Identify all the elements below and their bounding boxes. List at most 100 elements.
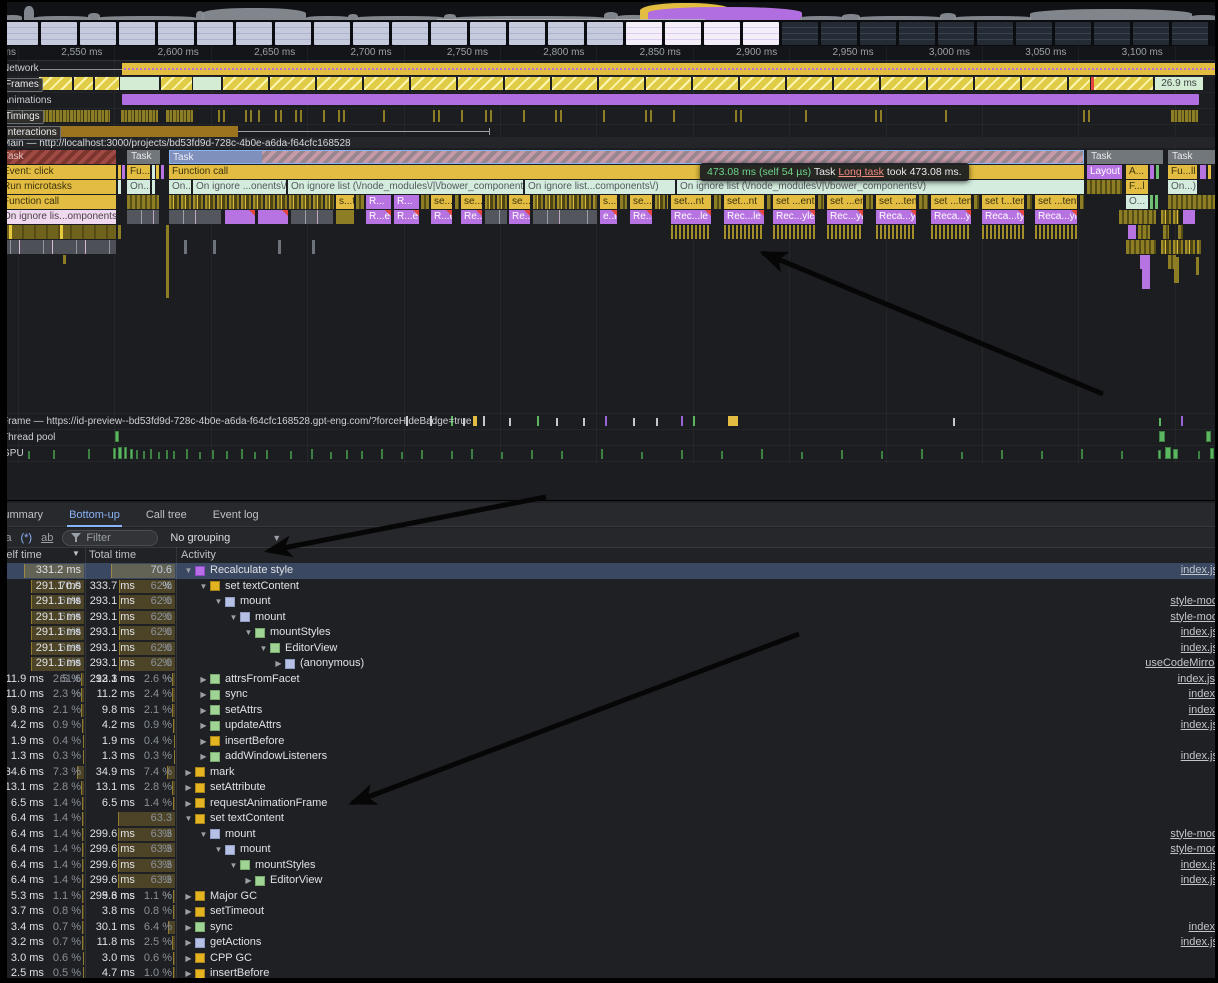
table-row[interactable]: 2.5 ms 0.5 %4.7 ms 1.0 %▶insertBefore (7, 966, 1215, 978)
filmstrip-thumbnail[interactable] (704, 22, 740, 45)
frame-block[interactable] (458, 77, 503, 90)
frame-block[interactable] (95, 77, 119, 90)
activity-cell[interactable]: ▼mountStyles (242, 625, 331, 641)
filmstrip-thumbnail[interactable] (1016, 22, 1052, 45)
frame-block[interactable] (364, 77, 409, 90)
flame-event-block[interactable]: R... (366, 195, 391, 209)
frame-block[interactable] (928, 77, 973, 90)
flame-event-block[interactable]: Function call (7, 195, 116, 209)
expander-open-icon[interactable]: ▼ (182, 811, 195, 827)
activity-cell[interactable]: ▶attrsFromFacet (197, 672, 300, 688)
flame-event-block[interactable] (225, 210, 255, 224)
table-row[interactable]: 3.4 ms 0.7 %30.1 ms 6.4 %▶syncindex. (7, 920, 1215, 936)
flame-event-block[interactable]: Task (127, 150, 160, 164)
expander-closed-icon[interactable]: ▶ (182, 935, 195, 951)
flame-event-block[interactable] (169, 195, 334, 209)
flame-event-block[interactable] (421, 195, 429, 209)
frame-block[interactable] (317, 77, 362, 90)
flame-event-block[interactable] (156, 165, 159, 179)
flame-event-block[interactable]: Run microtasks (7, 180, 116, 194)
filmstrip-thumbnail[interactable] (470, 22, 506, 45)
screenshot-filmstrip[interactable] (7, 20, 1215, 46)
expander-open-icon[interactable]: ▼ (197, 827, 210, 843)
expander-closed-icon[interactable]: ▶ (182, 904, 195, 920)
column-header-self-time[interactable]: Self time (7, 549, 42, 561)
flame-event-block[interactable] (982, 225, 1024, 239)
table-row[interactable]: 291.1 ms 61.6 %293.1 ms 62.0 %▼EditorVie… (7, 641, 1215, 657)
flame-event-block[interactable] (671, 225, 711, 239)
flame-event-block[interactable] (161, 165, 164, 179)
frame-block[interactable] (646, 77, 691, 90)
table-row[interactable]: 1.9 ms 0.4 %1.9 ms 0.4 %▶insertBefore (7, 734, 1215, 750)
flame-event-block[interactable] (533, 195, 597, 209)
filmstrip-thumbnail[interactable] (938, 22, 974, 45)
expander-closed-icon[interactable]: ▶ (182, 765, 195, 781)
flame-event-block[interactable]: Reca...tyle (982, 210, 1024, 224)
activity-cell[interactable]: ▼mount (212, 842, 271, 858)
activity-cell[interactable]: ▶mark (182, 765, 234, 781)
source-link[interactable]: style-mod (1170, 610, 1215, 626)
flame-event-block[interactable]: set...nt (724, 195, 764, 209)
flame-event-block[interactable] (1027, 195, 1032, 209)
expander-open-icon[interactable]: ▼ (227, 858, 240, 874)
flame-event-block[interactable] (152, 180, 155, 194)
flame-event-block[interactable]: Reca...yle (1035, 210, 1077, 224)
activity-cell[interactable]: ▶(anonymous) (272, 656, 364, 672)
filmstrip-thumbnail[interactable] (353, 22, 389, 45)
flame-event-block[interactable] (7, 225, 116, 239)
expander-closed-icon[interactable]: ▶ (182, 951, 195, 967)
table-row[interactable]: 34.6 ms 7.3 %34.9 ms 7.4 %▶mark (7, 765, 1215, 781)
activity-cell[interactable]: ▼EditorView (257, 641, 337, 657)
filmstrip-thumbnail[interactable] (587, 22, 623, 45)
source-link[interactable]: index. (1189, 920, 1215, 936)
source-link[interactable]: index.js (1181, 625, 1215, 641)
main-thread-track-label[interactable]: Main — http://localhost:3000/projects/bd… (7, 137, 1215, 148)
frame-block[interactable] (39, 77, 72, 90)
expander-closed-icon[interactable]: ▶ (197, 734, 210, 750)
filmstrip-thumbnail[interactable] (80, 22, 116, 45)
filmstrip-thumbnail[interactable] (899, 22, 935, 45)
flame-event-block[interactable] (1128, 225, 1136, 239)
activity-cell[interactable]: ▶getActions (182, 935, 261, 951)
flame-event-block[interactable]: Fu...ll (1168, 165, 1197, 179)
expander-open-icon[interactable]: ▼ (197, 579, 210, 595)
flame-event-block[interactable]: On ignore list (\/node_modules\/|\/bower… (677, 180, 1084, 194)
filmstrip-thumbnail[interactable] (314, 22, 350, 45)
filmstrip-thumbnail[interactable] (548, 22, 584, 45)
table-row[interactable]: 3.2 ms 0.7 %11.8 ms 2.5 %▶getActionsinde… (7, 935, 1215, 951)
activity-cell[interactable]: ▶sync (182, 920, 233, 936)
table-row[interactable]: 11.9 ms 2.5 %12.3 ms 2.6 %▶attrsFromFace… (7, 672, 1215, 688)
flame-event-block[interactable] (655, 195, 668, 209)
filmstrip-thumbnail[interactable] (821, 22, 857, 45)
flame-event-block[interactable] (1035, 225, 1077, 239)
flame-event-block[interactable]: Task (1087, 150, 1163, 164)
flame-event-block[interactable]: F...l (1126, 180, 1148, 194)
source-link[interactable]: useCodeMirror (1145, 656, 1215, 672)
flame-event-block[interactable] (1178, 225, 1183, 239)
expander-closed-icon[interactable]: ▶ (182, 889, 195, 905)
tab-event-log[interactable]: Event log (213, 503, 259, 527)
filmstrip-thumbnail[interactable] (1094, 22, 1130, 45)
flame-event-block[interactable]: se...t (461, 195, 482, 209)
source-link[interactable]: style-mod (1170, 842, 1215, 858)
filmstrip-thumbnail[interactable] (743, 22, 779, 45)
table-row[interactable]: 1.3 ms 0.3 %1.3 ms 0.3 %▶addWindowListen… (7, 749, 1215, 765)
flame-event-block[interactable] (485, 195, 507, 209)
table-row[interactable]: 3.7 ms 0.8 %3.8 ms 0.8 %▶setTimeout (7, 904, 1215, 920)
source-link[interactable]: style-mod (1170, 827, 1215, 843)
column-header-activity[interactable]: Activity (181, 549, 216, 561)
expander-open-icon[interactable]: ▼ (227, 610, 240, 626)
expander-closed-icon[interactable]: ▶ (242, 873, 255, 889)
flame-event-block[interactable]: Re...e (461, 210, 482, 224)
activity-cell[interactable]: ▶sync (197, 687, 248, 703)
flame-event-block[interactable] (7, 240, 116, 254)
column-header-total-time[interactable]: Total time (89, 549, 136, 561)
filmstrip-thumbnail[interactable] (158, 22, 194, 45)
filmstrip-thumbnail[interactable] (236, 22, 272, 45)
frame-block[interactable] (223, 77, 268, 90)
flame-event-block[interactable]: Re...e (509, 210, 530, 224)
tab-summary[interactable]: Summary (7, 503, 43, 527)
flame-event-block[interactable] (1200, 165, 1206, 179)
flame-event-block[interactable]: R... (394, 195, 419, 209)
filmstrip-thumbnail[interactable] (665, 22, 701, 45)
